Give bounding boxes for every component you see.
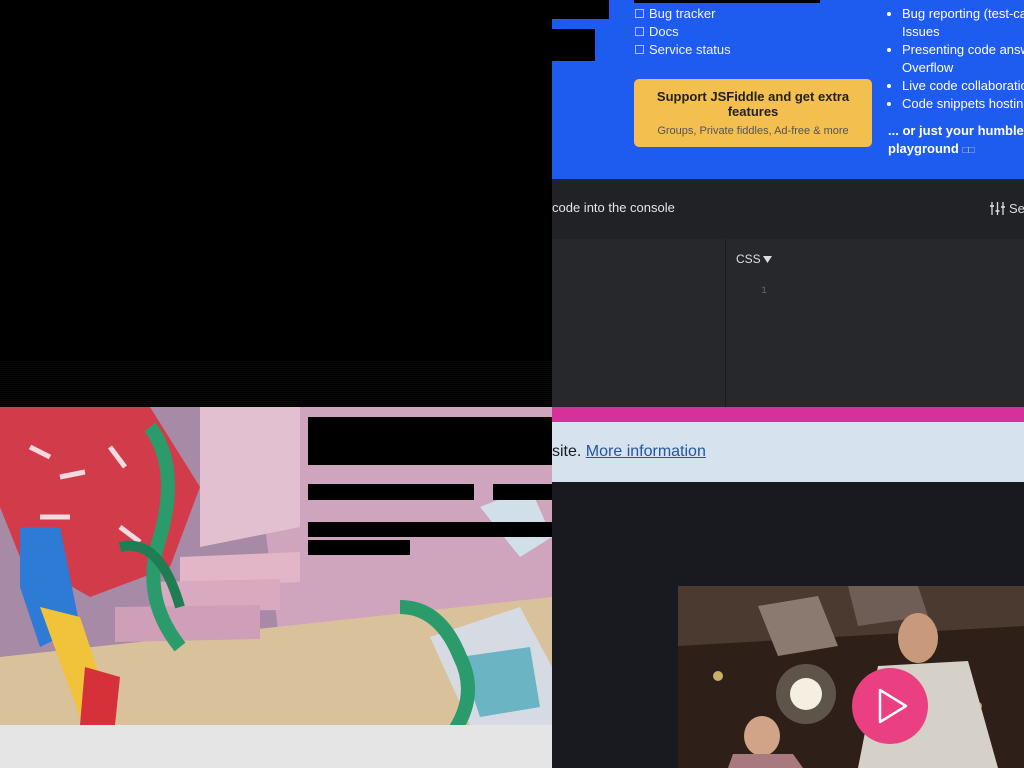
redaction-block: [308, 540, 410, 555]
feature-item: Bug reporting (test-caIssues: [902, 5, 1024, 41]
left-dither-band: [0, 360, 552, 408]
redaction-block: [308, 484, 474, 500]
redaction-block: [308, 417, 552, 465]
editor-pane-left[interactable]: [552, 239, 725, 407]
features-list: Bug reporting (test-caIssues Presenting …: [888, 5, 1024, 113]
settings-button[interactable]: Se: [990, 201, 1024, 216]
video-thumbnail[interactable]: [678, 586, 1024, 768]
illustration-footer: [0, 725, 552, 768]
redaction-block: [634, 0, 820, 3]
cookie-notice: site. More information: [552, 422, 1024, 482]
cookie-text: site.: [552, 443, 582, 460]
link-service-status[interactable]: Service status: [635, 42, 731, 57]
more-information-link[interactable]: More information: [586, 443, 706, 460]
support-title: Support JSFiddle and get extra features: [656, 89, 850, 119]
play-button[interactable]: [852, 668, 928, 744]
checkbox-icon: [635, 9, 644, 19]
placeholder-glyph-icon: □□: [962, 145, 975, 156]
humble-playground-text: ... or just your humble playground □□: [888, 123, 1024, 156]
feature-item: Live code collaboratio: [902, 77, 1024, 95]
feature-item: Code snippets hostin: [902, 95, 1024, 113]
illustration-banner: [0, 407, 552, 725]
pink-accent-strip: [552, 407, 1024, 422]
checkbox-icon: [635, 45, 644, 55]
console-hint-text: code into the console: [552, 200, 675, 215]
checkbox-icon: [635, 27, 644, 37]
sliders-icon: [990, 202, 1005, 215]
redaction-block: [308, 522, 552, 537]
redaction-block: [552, 0, 609, 19]
redaction-block: [552, 29, 595, 61]
link-docs[interactable]: Docs: [635, 24, 679, 39]
css-language-dropdown[interactable]: CSS: [736, 252, 772, 266]
play-icon: [878, 688, 908, 724]
jsfiddle-sponsor-panel: Bug tracker Docs Service status Support …: [552, 0, 1024, 179]
support-subtitle: Groups, Private fiddles, Ad-free & more: [657, 125, 849, 137]
caret-down-icon: [762, 256, 772, 263]
line-number: 1: [761, 286, 768, 297]
support-jsfiddle-button[interactable]: Support JSFiddle and get extra features …: [634, 79, 872, 147]
video-frame: [678, 586, 1024, 768]
redaction-block: [493, 484, 552, 500]
console-bar: code into the console Se: [552, 179, 1024, 239]
css-editor-pane[interactable]: CSS 1: [725, 239, 1024, 407]
left-dark-pane: [0, 0, 552, 408]
link-bug-tracker[interactable]: Bug tracker: [635, 6, 715, 21]
feature-item: Presenting code answOverflow: [902, 41, 1024, 77]
